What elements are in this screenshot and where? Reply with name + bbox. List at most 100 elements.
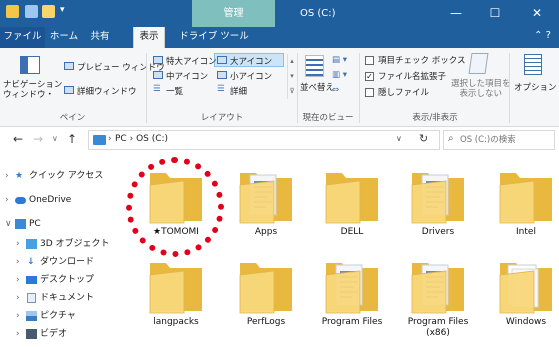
address-dropdown-icon[interactable]: ∨ <box>396 134 402 143</box>
nav-item-documents[interactable]: › ドキュメント <box>0 289 116 307</box>
chevron-down-icon[interactable]: ∨ <box>5 215 12 233</box>
refresh-icon[interactable]: ↻ <box>419 132 428 145</box>
sort-icon <box>305 55 324 77</box>
chevron-right-icon[interactable]: › <box>16 307 20 325</box>
folder-label: langpacks <box>153 317 199 327</box>
recent-dropdown-icon[interactable]: ∨ <box>52 134 58 143</box>
folder-item[interactable]: langpacks <box>134 251 218 341</box>
folder-item[interactable]: ★TOMOMI <box>134 161 218 251</box>
chevron-right-icon[interactable]: › <box>16 271 20 289</box>
maximize-button[interactable]: ☐ <box>477 0 513 27</box>
breadcrumb-os-c[interactable]: OS (C:) <box>136 134 168 144</box>
small-icons-icon <box>217 71 227 79</box>
layout-extra-large-icons[interactable]: 特大アイコン <box>166 55 217 67</box>
folder-item[interactable]: DELL <box>310 161 394 251</box>
nav-item-onedrive[interactable]: › OneDrive <box>0 191 116 209</box>
folder-icon <box>149 263 202 314</box>
address-row: ← → ∨ ↑ › PC › OS (C:) ∨ ↻ ⌕ <box>0 127 559 153</box>
group-show-hide-label: 表示/非表示 <box>412 113 458 123</box>
desktop-icon <box>26 276 37 284</box>
search-box[interactable]: ⌕ <box>443 130 555 150</box>
tab-home[interactable]: ホーム <box>45 27 83 48</box>
manage-context-tab[interactable]: 管理 <box>192 0 275 27</box>
folder-label: Program Files <box>321 317 383 327</box>
layout-scroll-icon[interactable]: ▴ ▾ ⊽ <box>287 54 296 99</box>
chevron-right-icon[interactable]: › <box>5 167 9 185</box>
nav-item-quick-access[interactable]: › ★ クイック アクセス <box>0 167 116 185</box>
star-icon: ★ <box>15 171 24 181</box>
nav-item-3d-objects[interactable]: › 3D オブジェクト <box>0 235 116 253</box>
chevron-right-icon[interactable]: › <box>16 325 20 343</box>
nav-label: ドキュメント <box>40 293 95 303</box>
folder-icon <box>325 173 378 224</box>
tab-file[interactable]: ファイル <box>0 27 45 48</box>
qa-dropdown-icon[interactable]: ▾ <box>60 5 65 15</box>
chevron-right-icon[interactable]: › <box>5 191 9 209</box>
folder-label: ★TOMOMI <box>153 227 199 237</box>
folder-label: Program Files (x86) <box>407 317 469 338</box>
nav-label: デスクトップ <box>40 275 95 285</box>
explorer-icon[interactable] <box>6 5 19 18</box>
hide-selected-button[interactable]: 選択した項目を 表示しない <box>451 79 511 99</box>
folder-label: Intel <box>516 227 536 237</box>
new-folder-icon[interactable] <box>42 5 55 18</box>
forward-arrow-icon[interactable]: → <box>33 132 43 146</box>
layout-small-icons[interactable]: 小アイコン <box>230 70 272 82</box>
nav-item-desktop[interactable]: › デスクトップ <box>0 271 116 289</box>
chevron-right-icon[interactable]: › <box>16 235 20 253</box>
up-arrow-icon[interactable]: ↑ <box>67 132 77 146</box>
breadcrumb-pc[interactable]: PC <box>115 134 127 144</box>
options-button[interactable]: オプション <box>514 81 557 93</box>
folder-item[interactable]: Program Files (x86) <box>396 251 480 341</box>
folder-item[interactable]: PerfLogs <box>224 251 308 341</box>
search-icon: ⌕ <box>448 133 454 144</box>
chevron-right-icon[interactable]: › <box>16 289 20 307</box>
layout-large-icons[interactable]: 大アイコン <box>230 55 272 67</box>
folder-item[interactable]: Windows <box>484 251 559 341</box>
folder-item[interactable]: Apps <box>224 161 308 251</box>
file-extension-label: ファイル名拡張子 <box>378 72 447 82</box>
sort-button[interactable]: 並べ替え <box>300 81 334 93</box>
navigation-pane: › ★ クイック アクセス › OneDrive ∨ PC › 3D オブジェク… <box>0 153 116 347</box>
tab-drive-tools[interactable]: ドライブ ツール <box>172 27 256 48</box>
folder-item[interactable]: Drivers <box>396 161 480 251</box>
close-button[interactable]: ✕ <box>519 0 555 27</box>
folder-icon <box>499 173 552 224</box>
file-extension-toggle[interactable]: ✓ <box>365 72 374 81</box>
hidden-items-toggle[interactable] <box>365 88 374 97</box>
layout-list[interactable]: 一覧 <box>166 85 183 97</box>
address-bar[interactable]: › PC › OS (C:) ∨ ↻ <box>88 130 440 150</box>
video-icon <box>26 329 37 339</box>
layout-medium-icons[interactable]: 中アイコン <box>166 70 208 82</box>
nav-item-videos[interactable]: › ビデオ <box>0 325 116 343</box>
add-column-icon[interactable]: ▥ ▾ <box>332 70 347 80</box>
size-columns-icon[interactable]: ⇔ <box>332 85 339 95</box>
ribbon-tabs: ファイル ホーム 共有 表示 ドライブ ツール ⌃ ? <box>0 27 559 48</box>
nav-pane-button[interactable]: ナビゲーション ウィンドウ・ <box>3 80 62 100</box>
nav-item-pc[interactable]: ∨ PC <box>0 215 116 233</box>
minimize-button[interactable]: — <box>438 0 474 27</box>
folder-label: Windows <box>505 317 547 327</box>
folder-item[interactable]: Intel <box>484 161 559 251</box>
properties-icon[interactable] <box>25 5 38 18</box>
list-icon: ☰ <box>153 84 161 94</box>
chevron-right-icon[interactable]: › <box>16 253 20 271</box>
nav-label: 3D オブジェクト <box>40 239 110 249</box>
tab-view[interactable]: 表示 <box>133 27 165 48</box>
back-arrow-icon[interactable]: ← <box>13 132 23 146</box>
document-icon <box>27 293 36 303</box>
details-pane-button[interactable]: 詳細ウィンドウ <box>77 85 137 97</box>
ribbon-expand-icon[interactable]: ⌃ ? <box>534 30 551 41</box>
layout-details[interactable]: 詳細 <box>230 85 247 97</box>
preview-pane-button[interactable]: プレビュー ウィンドウ <box>77 61 165 73</box>
folder-item[interactable]: Program Files <box>310 251 394 341</box>
pc-icon <box>15 219 26 229</box>
group-by-icon[interactable]: ▤ ▾ <box>332 55 347 65</box>
tab-share[interactable]: 共有 <box>83 27 117 48</box>
item-checkbox-toggle[interactable] <box>365 56 374 65</box>
nav-item-downloads[interactable]: › ↓ ダウンロード <box>0 253 116 271</box>
group-layout-label: レイアウト <box>200 113 244 123</box>
search-input[interactable] <box>460 133 552 147</box>
group-current-view-label: 現在のビュー <box>302 113 354 123</box>
nav-item-pictures[interactable]: › ピクチャ <box>0 307 116 325</box>
